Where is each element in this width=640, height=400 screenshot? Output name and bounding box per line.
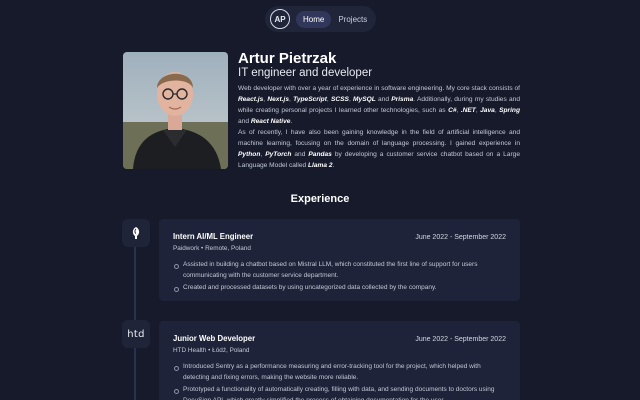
job-bullet: Prototyped a functionality of automatica… [173,385,506,400]
profile-role: IT engineer and developer [238,67,373,79]
job-bullet: Introduced Sentry as a performance measu… [173,362,506,383]
job-company: Paidwork • Remote, Poland [173,245,251,252]
job-title: Intern AI/ML Engineer [173,232,254,241]
paidwork-logo-icon [122,219,150,247]
experience-card: Intern AI/ML Engineer June 2022 - Septem… [159,219,520,301]
tech-term: Pandas [308,151,332,158]
bio-paragraph-1: Web developer with over a year of experi… [238,85,520,125]
tech-term: Next.js [267,96,289,103]
tech-term: Prisma [391,96,414,103]
experience-heading: Experience [290,193,350,205]
job-bullets: Assisted in building a chatbot based on … [173,260,506,294]
tech-term: React.js [238,96,264,103]
tech-term: Python [238,151,261,158]
tech-term: Spring [499,107,520,114]
nav-projects-link[interactable]: Projects [331,11,374,28]
htd-logo-icon: htd [122,320,150,348]
tech-term: MySQL [353,96,376,103]
job-date: June 2022 - September 2022 [415,234,506,241]
profile-photo [123,52,228,169]
nav-home-link[interactable]: Home [296,10,332,28]
tech-term: PyTorch [265,151,292,158]
tech-term: Java [480,107,495,114]
profile-name: Artur Pietrzak [238,50,337,67]
job-bullet: Created and processed datasets by using … [173,283,506,294]
bio-paragraph-2: As of recently, I have also been gaining… [238,129,520,169]
tech-term: React Native [250,118,291,125]
job-date: June 2022 - September 2022 [415,336,506,343]
job-bullet: Assisted in building a chatbot based on … [173,260,506,281]
job-company: HTD Health • Łódź, Poland [173,347,250,354]
timeline-line [134,238,136,400]
tech-term: Llama 2 [308,162,333,169]
top-nav: AP Home Projects [265,6,376,32]
experience-card: Junior Web Developer June 2022 - Septemb… [159,321,520,400]
htd-logo-text: htd [127,328,145,340]
tech-term: TypeScript [293,96,327,103]
tech-term: SCSS [331,96,349,103]
ap-logo[interactable]: AP [270,9,290,29]
tech-term: C# [448,107,457,114]
job-title: Junior Web Developer [173,334,256,343]
job-bullets: Introduced Sentry as a performance measu… [173,362,506,400]
tech-term: .NET [460,107,476,114]
